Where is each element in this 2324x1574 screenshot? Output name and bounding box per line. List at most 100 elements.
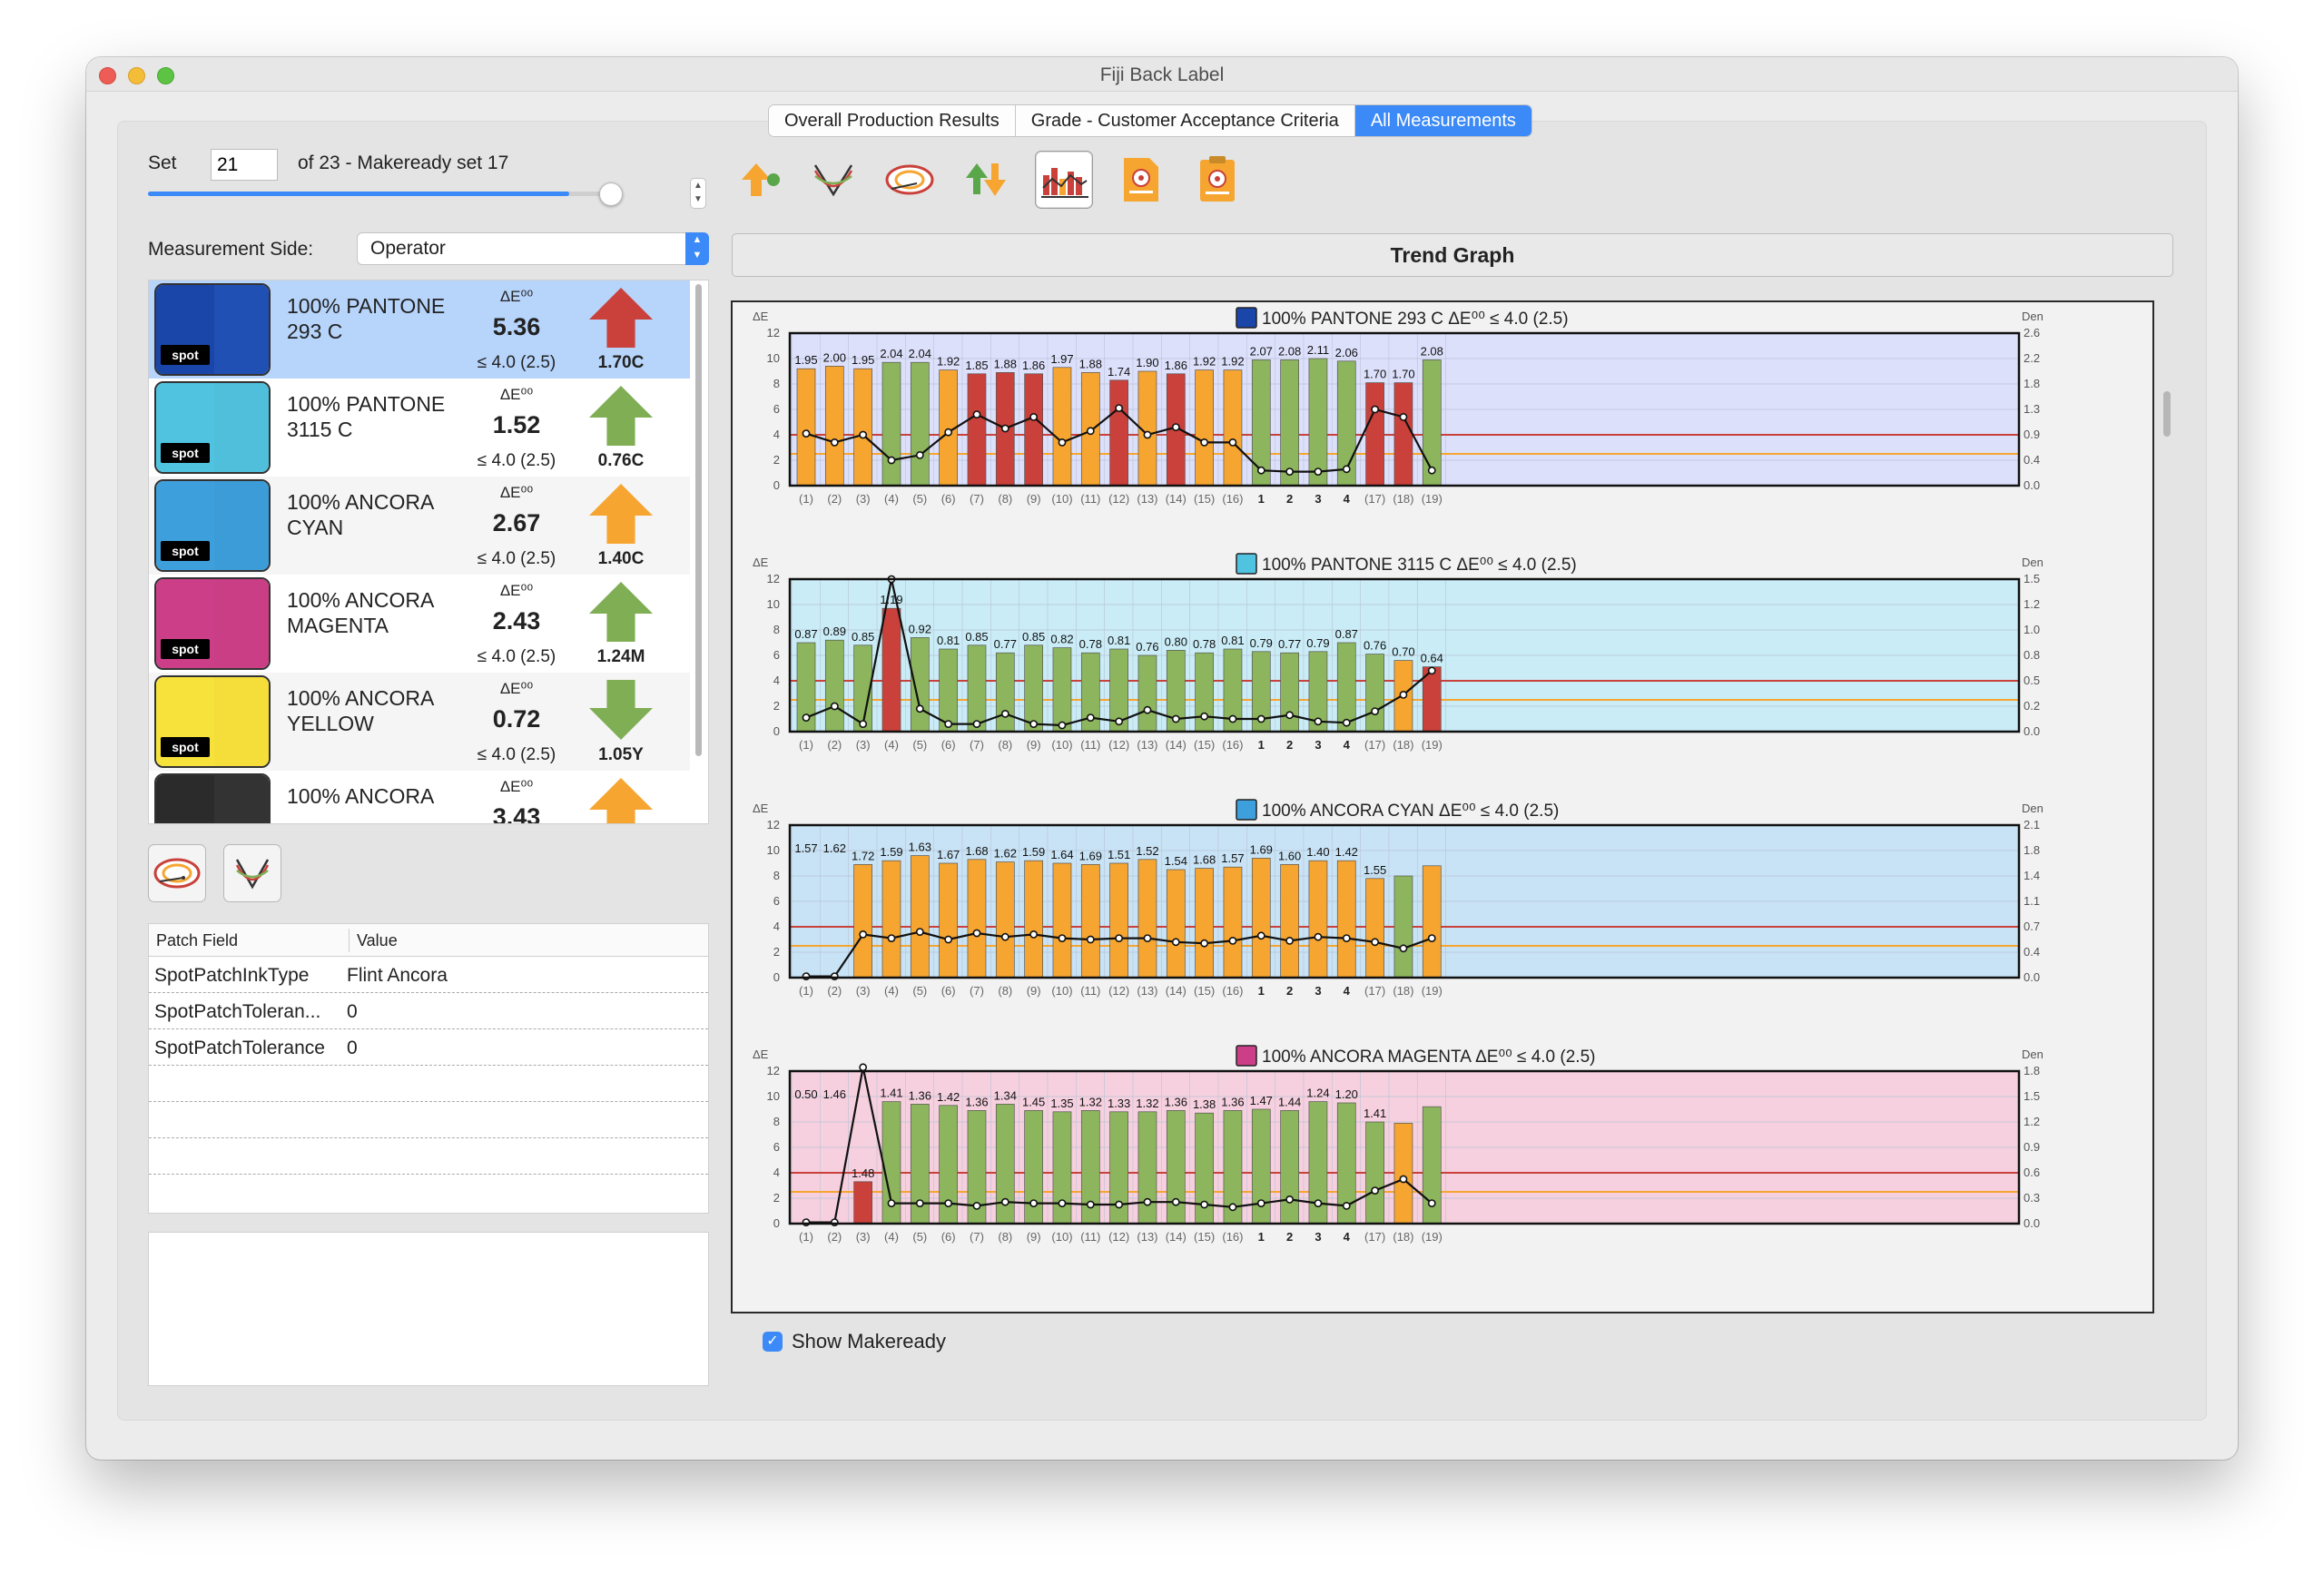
chart-view-button[interactable] (223, 844, 281, 902)
y-tick-label: 6 (773, 1140, 780, 1154)
ink-list-item[interactable]: spot 100% PANTONE 3115 C ΔE⁰⁰ 1.52 ≤ 4.0 (2.… (149, 379, 690, 477)
bar-trend-icon (1041, 168, 1088, 198)
toolbar-up-down-button[interactable] (957, 151, 1015, 209)
x-tick-label: (5) (912, 984, 927, 998)
toolbar-clipboard-button[interactable] (1187, 151, 1246, 209)
trend-point (1143, 934, 1152, 942)
trend-point (1086, 935, 1095, 944)
data-label: 1.41 (880, 1087, 902, 1100)
trend-point (1058, 438, 1067, 447)
x-tick-label: (1) (799, 738, 813, 752)
trend-point (1256, 466, 1265, 475)
chart-title: 100% ANCORA CYAN ΔE⁰⁰ ≤ 4.0 (2.5) (1262, 802, 1559, 821)
data-label: 1.72 (852, 849, 874, 862)
table-row[interactable]: SpotPatchToleran... 0 (149, 993, 708, 1029)
tab-all-measurements[interactable]: All Measurements (1354, 105, 1531, 136)
trend-point (1314, 717, 1323, 726)
show-makeready-checkbox[interactable]: ✓ (763, 1332, 783, 1352)
ink-list-item[interactable]: spot 100% PANTONE 293 C ΔE⁰⁰ 5.36 ≤ 4.0 (2.5… (149, 280, 690, 379)
title-bar: Fiji Back Label (86, 57, 2238, 92)
toolbar-report-button[interactable] (1111, 151, 1169, 209)
delta-e-header: ΔE⁰⁰ (499, 582, 534, 599)
bar (1195, 868, 1214, 979)
data-label: 1.52 (1136, 844, 1158, 858)
trend-point (802, 713, 811, 722)
y2-tick-label: 0.8 (2024, 648, 2040, 662)
table-row[interactable]: SpotPatchInkType Flint Ancora (149, 957, 708, 993)
ink-swatch: spot (154, 675, 271, 768)
x-tick-label: (16) (1222, 984, 1243, 998)
trend-point (1256, 931, 1265, 940)
ink-list-scrollbar[interactable] (694, 284, 703, 811)
x-tick-label: 4 (1344, 1230, 1351, 1244)
bar (1080, 864, 1100, 979)
toolbar-trend-graph-button[interactable] (1035, 151, 1093, 209)
toolbar-up-dot-button[interactable] (729, 151, 787, 209)
ink-list-scroll-thumb[interactable] (695, 284, 702, 756)
y2-tick-label: 1.8 (2024, 377, 2040, 390)
show-makeready-toggle[interactable]: ✓ Show Makeready (763, 1330, 946, 1353)
trend-point (1000, 709, 1009, 718)
trend-point (1115, 1200, 1124, 1209)
notes-area[interactable] (148, 1232, 709, 1386)
set-number-input[interactable] (211, 149, 278, 181)
measurement-side-select[interactable]: Operator ▲ ▼ (357, 232, 709, 265)
data-label: 0.81 (1221, 634, 1244, 647)
trend-point (1029, 930, 1039, 939)
toolbar-curve-button[interactable] (804, 151, 862, 209)
data-label: 0.78 (1193, 637, 1216, 651)
x-tick-label: (19) (1422, 1230, 1443, 1244)
y-tick-label: 10 (767, 1089, 780, 1103)
table-row[interactable]: SpotPatchTolerance 0 (149, 1029, 708, 1066)
spot-badge: spot (161, 737, 210, 757)
trend-point (1342, 718, 1351, 727)
x-tick-label: (6) (941, 738, 956, 752)
bar (1024, 860, 1043, 979)
x-tick-label: (4) (884, 492, 899, 506)
ink-list: spot 100% PANTONE 293 C ΔE⁰⁰ 5.36 ≤ 4.0 (2.5… (148, 280, 709, 824)
x-tick-label: 2 (1286, 492, 1293, 506)
ink-name: 100% ANCORA YELLOW (287, 686, 434, 735)
chart-title: 100% ANCORA MAGENTA ΔE⁰⁰ ≤ 4.0 (2.5) (1262, 1048, 1595, 1067)
trend-point (915, 704, 924, 713)
data-label: 1.92 (937, 355, 960, 369)
y2-tick-label: 1.8 (2024, 1064, 2040, 1077)
bar (1393, 382, 1413, 487)
ink-list-item[interactable]: 100% ANCORA ΔE⁰⁰ 3.43 (149, 771, 690, 823)
arrow-up-icon (589, 777, 653, 823)
x-tick-label: (6) (941, 984, 956, 998)
data-label: 1.55 (1364, 863, 1386, 877)
ink-name: 100% ANCORA MAGENTA (287, 588, 434, 637)
toolbar-target-button[interactable] (881, 151, 939, 209)
data-label: 1.74 (1108, 365, 1130, 379)
data-label: 1.67 (937, 848, 960, 861)
cell-field: SpotPatchToleran... (154, 1001, 321, 1022)
trend-point (802, 429, 811, 438)
target-view-button[interactable] (148, 844, 206, 902)
chart-scrollbar[interactable] (2161, 300, 2175, 1313)
x-tick-label: (1) (799, 1230, 813, 1244)
y-tick-label: 10 (767, 351, 780, 365)
bar (1137, 654, 1157, 733)
ink-list-item[interactable]: spot 100% ANCORA MAGENTA ΔE⁰⁰ 2.43 ≤ 4.0 (2.… (149, 575, 690, 673)
delta-e-value: 2.67 (492, 509, 541, 536)
density-value: 1.70C (597, 353, 645, 372)
set-slider-knob[interactable] (599, 182, 623, 206)
trend-point (1371, 1186, 1379, 1195)
x-tick-label: 2 (1286, 738, 1293, 752)
x-tick-label: (12) (1108, 738, 1129, 752)
ink-list-item[interactable]: spot 100% ANCORA CYAN ΔE⁰⁰ 2.67 ≤ 4.0 (2.5) 1… (149, 477, 690, 575)
set-stepper[interactable]: ▲ ▼ (690, 178, 706, 209)
data-label: 0.76 (1364, 639, 1386, 653)
bar (1365, 878, 1384, 979)
tab-overall-production-results[interactable]: Overall Production Results (769, 105, 1016, 136)
ink-list-item[interactable]: spot 100% ANCORA YELLOW ΔE⁰⁰ 0.72 ≤ 4.0 (2.5… (149, 673, 690, 771)
y-tick-label: 12 (767, 326, 780, 339)
data-label: 1.48 (852, 1166, 874, 1180)
data-label: 1.42 (1335, 845, 1358, 859)
x-tick-label: 4 (1344, 492, 1351, 506)
x-tick-label: (18) (1393, 1230, 1413, 1244)
tab-grade-customer-acceptance[interactable]: Grade - Customer Acceptance Criteria (1015, 105, 1355, 136)
chart-scroll-thumb[interactable] (2163, 391, 2171, 437)
data-label: 0.64 (1421, 652, 1443, 665)
